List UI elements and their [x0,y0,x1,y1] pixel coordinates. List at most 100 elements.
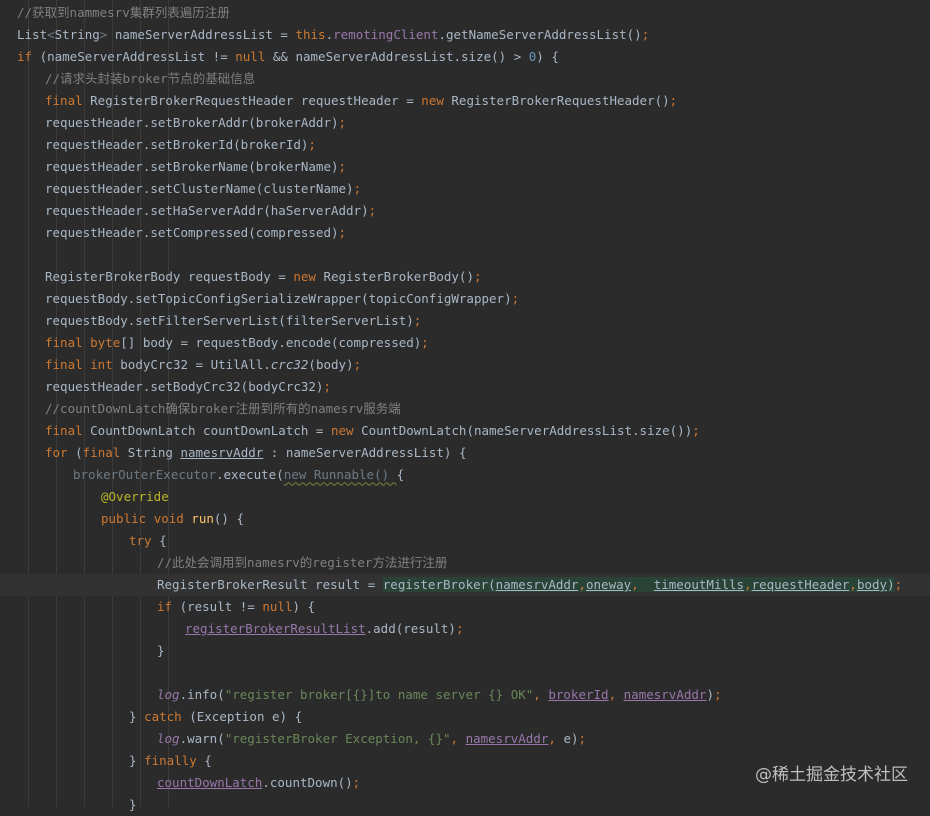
code-line-current[interactable]: RegisterBrokerResult result = registerBr… [0,574,930,596]
code-token: RegisterBrokerBody() [323,269,474,284]
code-line[interactable]: requestHeader.setBrokerAddr(brokerAddr); [0,112,930,134]
code-line[interactable]: //此处会调用到namesrv的register方法进行注册 [0,552,930,574]
code-token: //此处会调用到namesrv的register方法进行注册 [157,555,448,570]
code-token: brokerId [548,687,609,702]
code-editor[interactable]: //获取到nammesrv集群列表遍历注册 List<String> nameSe… [0,0,930,812]
code-token: final [82,445,128,460]
code-line[interactable]: log.warn("registerBroker Exception, {}",… [0,728,930,750]
code-line[interactable]: if (nameServerAddressList != null && nam… [0,46,930,68]
code-token: ; [338,225,347,240]
code-line[interactable]: requestHeader.setCompressed(compressed); [0,222,930,244]
code-token: //请求头封装broker节点的基础信息 [45,71,256,86]
code-text: } finally { [129,750,212,772]
code-token: requestHeader.setCompressed(compressed) [45,225,339,240]
code-text: } [157,640,165,662]
code-line[interactable]: RegisterBrokerBody requestBody = new Reg… [0,266,930,288]
code-line[interactable]: final byte[] body = requestBody.encode(c… [0,332,930,354]
code-token: < [47,27,55,42]
code-text: log.info("register broker[{}]to name ser… [157,684,722,706]
code-token: ; [353,357,362,372]
code-text: brokerOuterExecutor.execute(new Runnable… [73,464,404,486]
code-token: ; [894,577,903,592]
code-token: , [744,577,752,592]
code-line[interactable]: requestHeader.setBrokerName(brokerName); [0,156,930,178]
code-token: { [204,753,212,768]
code-token: ; [308,137,316,152]
code-token: , [548,731,564,746]
code-token: nameServerAddressList = [114,27,296,42]
code-token: catch [144,709,190,724]
code-token: .warn( [179,731,225,746]
code-line[interactable] [0,662,930,684]
code-token: ( [75,445,83,460]
code-token: RegisterBrokerRequestHeader() [451,93,670,108]
code-token: ; [669,93,678,108]
code-line[interactable]: } [0,640,930,662]
code-line[interactable]: final int bodyCrc32 = UtilAll.crc32(body… [0,354,930,376]
code-token: new [293,269,324,284]
code-line[interactable]: requestHeader.setClusterName(clusterName… [0,178,930,200]
code-line[interactable]: //countDownLatch确保broker注册到所有的namesrv服务端 [0,398,930,420]
code-token: registerBroker( [382,577,496,592]
code-line[interactable]: for (final String namesrvAddr : nameServ… [0,442,930,464]
code-text: //countDownLatch确保broker注册到所有的namesrv服务端 [45,398,401,420]
code-token: , [533,687,549,702]
code-token: ; [473,269,482,284]
code-token: requestHeader.setBrokerId(brokerId) [45,137,309,152]
code-line[interactable]: try { [0,530,930,552]
code-token: null [235,49,273,64]
code-text: //此处会调用到namesrv的register方法进行注册 [157,552,447,574]
code-line[interactable]: registerBrokerResultList.add(result); [0,618,930,640]
code-line[interactable]: brokerOuterExecutor.execute(new Runnable… [0,464,930,486]
code-line[interactable]: requestBody.setTopicConfigSerializeWrapp… [0,288,930,310]
code-line[interactable]: final RegisterBrokerRequestHeader reques… [0,90,930,112]
code-token: requestHeader.setClusterName(clusterName… [45,181,354,196]
code-line[interactable]: requestHeader.setBodyCrc32(bodyCrc32); [0,376,930,398]
code-text: final byte[] body = requestBody.encode(c… [45,332,429,354]
code-token: ; [641,27,650,42]
code-token: requestHeader [751,577,850,592]
code-token: ; [338,115,347,130]
code-token: "register broker[{}]to name server {} OK… [224,687,534,702]
code-token: : nameServerAddressList) { [263,445,467,460]
code-token: oneway [586,577,632,592]
code-line[interactable]: final CountDownLatch countDownLatch = ne… [0,420,930,442]
code-text: requestHeader.setBrokerId(brokerId); [45,134,316,156]
code-token: ; [323,379,331,394]
code-line[interactable]: log.info("register broker[{}]to name ser… [0,684,930,706]
code-text: countDownLatch.countDown(); [157,772,360,794]
code-line[interactable]: } [0,794,930,816]
code-token: if [157,599,180,614]
code-token: countDownLatch [157,775,263,790]
code-text: //请求头封装broker节点的基础信息 [45,68,255,90]
code-line[interactable]: List<String> nameServerAddressList = thi… [0,24,930,46]
code-line[interactable]: requestHeader.setHaServerAddr(haServerAd… [0,200,930,222]
code-line[interactable] [0,244,930,266]
code-token: ; [368,203,377,218]
code-token: && nameServerAddressList.size() > [272,49,529,64]
code-line[interactable]: //请求头封装broker节点的基础信息 [0,68,930,90]
code-token: { [159,533,167,548]
code-line[interactable]: public void run() { [0,508,930,530]
code-text: try { [129,530,167,552]
code-line[interactable]: requestHeader.setBrokerId(brokerId); [0,134,930,156]
code-token: final [45,335,91,350]
code-token: RegisterBrokerBody requestBody = [45,269,294,284]
code-text: if (result != null) { [157,596,315,618]
code-text: final RegisterBrokerRequestHeader reques… [45,90,677,112]
code-token: int [90,357,121,372]
code-line[interactable]: @Override [0,486,930,508]
code-line[interactable]: } catch (Exception e) { [0,706,930,728]
code-text: //获取到nammesrv集群列表遍历注册 [17,2,230,24]
code-line[interactable]: if (result != null) { [0,596,930,618]
code-token: .execute( [216,467,284,482]
code-text: RegisterBrokerBody requestBody = new Reg… [45,266,482,288]
code-token: , [631,577,654,592]
code-line[interactable]: requestBody.setFilterServerList(filterSe… [0,310,930,332]
code-line[interactable]: //获取到nammesrv集群列表遍历注册 [0,2,930,24]
code-text: if (nameServerAddressList != null && nam… [17,46,559,68]
code-token: //countDownLatch确保broker注册到所有的namesrv服务端 [45,401,401,416]
code-token: (Exception e) { [189,709,303,724]
code-token: } [129,797,137,812]
code-token: if [17,49,40,64]
